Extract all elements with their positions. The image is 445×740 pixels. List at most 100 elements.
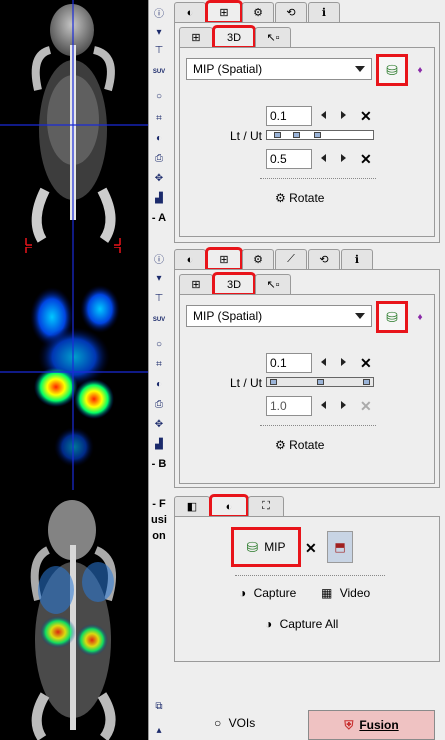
slider-upper-knob[interactable] xyxy=(363,379,370,385)
lower-threshold-field[interactable]: 0.1 xyxy=(266,106,312,126)
color-icon[interactable]: ♦ xyxy=(412,62,428,78)
mode-select[interactable]: MIP (Spatial) xyxy=(186,305,372,327)
tab-fusion-network[interactable]: ⛶ xyxy=(248,496,284,516)
roi-circle-icon[interactable]: ○ xyxy=(151,88,167,104)
vois-button[interactable]: ○ VOIs xyxy=(214,716,255,730)
subtab-pointer[interactable]: ↖▫ xyxy=(255,274,291,294)
fit-icon[interactable]: ⌗ xyxy=(151,110,167,126)
fusion-settings-button[interactable]: ⬒ xyxy=(327,531,353,563)
contrast-icon[interactable]: ◐ xyxy=(151,376,167,392)
roi-circle-icon[interactable]: ○ xyxy=(151,336,167,352)
contrast-icon: ◐ xyxy=(186,6,194,19)
capture-all-button[interactable]: ◑ Capture All xyxy=(265,617,338,631)
tab-info[interactable]: ℹ xyxy=(308,2,340,22)
image-a-ct-mip[interactable] xyxy=(0,0,148,247)
layout-icon[interactable]: ⊤ xyxy=(151,42,167,58)
image-column xyxy=(0,0,148,740)
settings-icon: ⬒ xyxy=(334,540,346,554)
close-mip-icon[interactable]: ✕ xyxy=(305,541,317,555)
tab-fusion-3d[interactable]: ◐ xyxy=(209,494,249,518)
tab-rotate[interactable]: ⚙ xyxy=(242,2,274,22)
info-icon[interactable]: ⓘ xyxy=(151,4,167,20)
decrease-upper-icon[interactable] xyxy=(321,401,326,409)
render-3d-button[interactable]: ⛁ xyxy=(376,301,408,333)
threshold-slider[interactable] xyxy=(266,130,374,140)
slider-lower-knob[interactable] xyxy=(270,379,277,385)
clear-upper-icon[interactable]: ✕ xyxy=(360,399,372,413)
image-fusion[interactable] xyxy=(0,490,148,740)
slider-lower-knob[interactable] xyxy=(274,132,281,138)
fusion-tabs: ◧ ◐ ⛶ xyxy=(174,494,285,518)
upper-threshold-field[interactable]: 1.0 xyxy=(266,396,312,416)
tab-curve[interactable]: ⟋ xyxy=(275,249,307,269)
increase-upper-icon[interactable] xyxy=(341,154,346,162)
video-button[interactable]: ▦ Video xyxy=(321,586,370,600)
divider xyxy=(260,178,376,179)
decrease-lower-icon[interactable] xyxy=(321,358,326,366)
capture-button[interactable]: ◑ Capture xyxy=(239,586,296,600)
render-3d-button[interactable]: ⛁ xyxy=(376,54,408,86)
info-icon[interactable]: ⓘ xyxy=(151,250,167,266)
tab-contrast[interactable]: ◐ xyxy=(174,249,206,269)
lower-threshold-field[interactable]: 0.1 xyxy=(266,353,312,373)
subtab-grid[interactable]: ⊞ xyxy=(179,27,213,47)
print-icon[interactable]: ⎙ xyxy=(151,396,167,412)
rotate-button[interactable]: ⚙ Rotate xyxy=(275,191,324,205)
subtab-3d[interactable]: 3D xyxy=(212,25,256,49)
fusion-content: ⛁ MIP ✕ ⬒ ◑ Capture ▦ Video ◑ Capture Al… xyxy=(174,516,440,662)
histogram-icon[interactable]: ▟ xyxy=(151,190,167,206)
clear-lower-icon[interactable]: ✕ xyxy=(360,356,372,370)
print-icon[interactable]: ⎙ xyxy=(151,150,167,166)
crosshair-icon[interactable]: ✥ xyxy=(151,170,167,186)
increase-upper-icon[interactable] xyxy=(341,401,346,409)
increase-lower-icon[interactable] xyxy=(341,111,346,119)
info-icon: ℹ xyxy=(354,254,360,266)
fusion-button[interactable]: ⛨ Fusion xyxy=(308,710,435,740)
clear-lower-icon[interactable]: ✕ xyxy=(360,109,372,123)
tab-rotate[interactable]: ⚙ xyxy=(242,249,274,269)
suv-icon[interactable]: SUV xyxy=(151,64,167,80)
pointer-icon: ↖▫ xyxy=(266,279,280,291)
dropdown-arrow-icon[interactable]: ▾ xyxy=(151,270,167,286)
fusion-layer-icon[interactable]: ⧉ xyxy=(151,698,167,714)
subtab-pointer[interactable]: ↖▫ xyxy=(255,27,291,47)
histogram-icon[interactable]: ▟ xyxy=(151,436,167,452)
grid-view-icon: ⊞ xyxy=(219,7,229,19)
mode-select[interactable]: MIP (Spatial) xyxy=(186,58,372,80)
tab-dynamic[interactable]: ⟲ xyxy=(308,249,340,269)
rotate-button[interactable]: ⚙ Rotate xyxy=(275,438,324,452)
slider-mid-knob[interactable] xyxy=(317,379,324,385)
tab-fusion-contrast[interactable]: ◧ xyxy=(174,496,210,516)
tab-contrast[interactable]: ◐ xyxy=(174,2,206,22)
tab-3d-view[interactable]: ⊞ xyxy=(205,247,243,271)
image-b-pet-mip[interactable] xyxy=(0,247,148,490)
color-icon[interactable]: ♦ xyxy=(412,309,428,325)
tab-3d-view[interactable]: ⊞ xyxy=(205,0,243,24)
panel-a-sub-tabs: ⊞ 3D ↖▫ xyxy=(179,25,292,49)
fusion-mip-button[interactable]: ⛁ MIP xyxy=(231,527,301,567)
clear-upper-icon[interactable]: ✕ xyxy=(360,152,372,166)
decrease-upper-icon[interactable] xyxy=(321,154,326,162)
increase-lower-icon[interactable] xyxy=(341,358,346,366)
panel-a-main-tabs: ◐ ⊞ ⚙ ⟲ ℹ xyxy=(174,0,341,24)
subtab-3d[interactable]: 3D xyxy=(212,272,256,296)
upper-threshold-field[interactable]: 0.5 xyxy=(266,149,312,169)
slider-upper-knob[interactable] xyxy=(314,132,321,138)
crosshair-icon[interactable]: ✥ xyxy=(151,416,167,432)
render-3d-icon: ⛁ xyxy=(386,61,398,78)
suv-icon[interactable]: SUV xyxy=(151,312,167,328)
slider-mid-knob[interactable] xyxy=(293,132,300,138)
dropdown-arrow-icon[interactable]: ▾ xyxy=(151,24,167,40)
panel-a-3d-settings: MIP (Spatial) ⛁ ♦ 0.1 ✕ Lt / Ut 0.5 ✕ ⚙ … xyxy=(179,47,435,237)
tab-dynamic[interactable]: ⟲ xyxy=(275,2,307,22)
contrast-icon[interactable]: ◐ xyxy=(151,130,167,146)
collapse-arrow-icon[interactable]: ▴ xyxy=(151,722,167,738)
threshold-slider[interactable] xyxy=(266,377,374,387)
layout-icon[interactable]: ⊤ xyxy=(151,290,167,306)
fit-icon[interactable]: ⌗ xyxy=(151,356,167,372)
tab-info[interactable]: ℹ xyxy=(341,249,373,269)
subtab-grid[interactable]: ⊞ xyxy=(179,274,213,294)
panel-b-3d-settings: MIP (Spatial) ⛁ ♦ 0.1 ✕ Lt / Ut 1.0 ✕ ⚙ … xyxy=(179,294,435,484)
decrease-lower-icon[interactable] xyxy=(321,111,326,119)
panel-b-sub-tabs: ⊞ 3D ↖▫ xyxy=(179,272,292,296)
